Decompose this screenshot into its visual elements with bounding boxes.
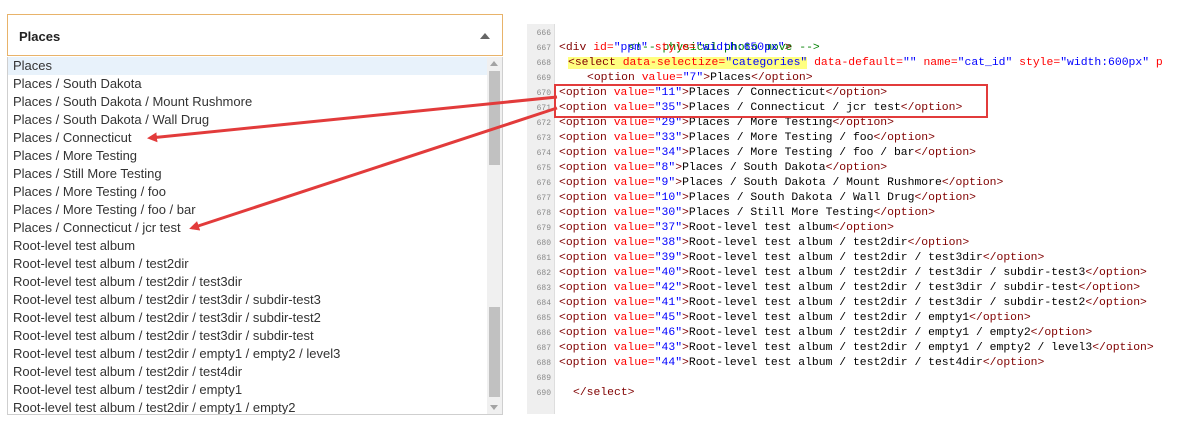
arrow-to-connecticut [147, 95, 558, 143]
annotation-arrows [147, 95, 558, 231]
arrow-to-jcr-test [189, 106, 558, 231]
